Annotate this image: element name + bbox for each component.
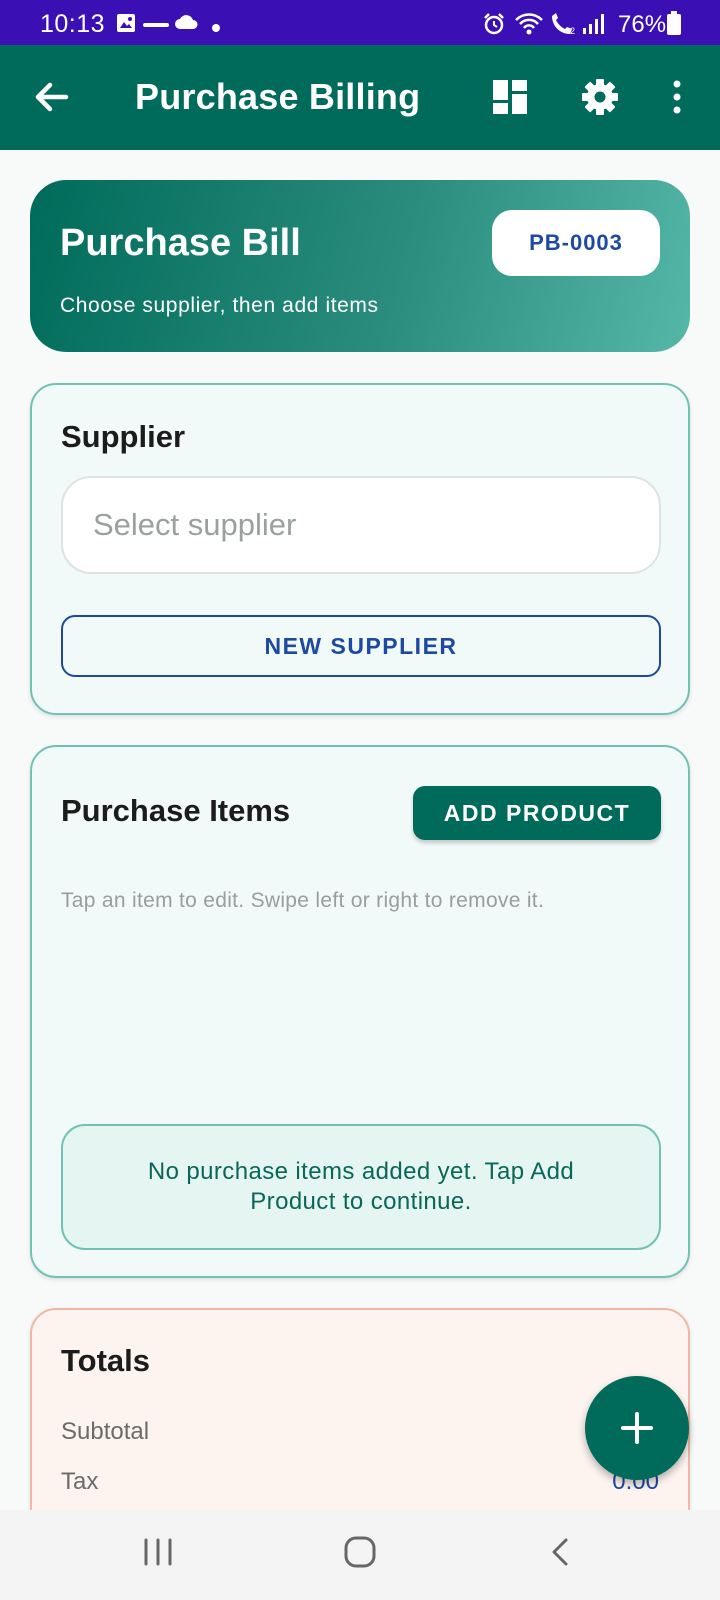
wifi-icon (514, 12, 544, 41)
tax-label: Tax (61, 1468, 99, 1495)
wifi-call-icon: 2 (548, 12, 578, 41)
more-vert-icon[interactable] (660, 75, 694, 119)
bill-number-badge: PB-0003 (492, 210, 660, 276)
totals-heading: Totals (61, 1343, 150, 1378)
add-product-button[interactable]: ADD PRODUCT (413, 786, 661, 840)
app-bar: Purchase Billing (0, 45, 720, 150)
dashboard-icon[interactable] (488, 75, 532, 119)
status-bar: 10:13 2 76% (0, 0, 720, 45)
supplier-select-input[interactable]: Select supplier (61, 476, 661, 574)
bill-header-card: Purchase Bill Choose supplier, then add … (30, 180, 690, 352)
gear-icon[interactable] (578, 75, 622, 119)
back-arrow-icon[interactable] (30, 75, 74, 119)
status-time: 10:13 (40, 10, 106, 38)
bill-subtitle: Choose supplier, then add items (60, 294, 379, 317)
battery-level: 76% (618, 11, 667, 38)
system-nav-bar (0, 1510, 720, 1600)
supplier-heading: Supplier (61, 419, 186, 454)
plus-icon (621, 1412, 653, 1444)
add-fab-button[interactable] (585, 1376, 689, 1480)
items-hint: Tap an item to edit. Swipe left or right… (61, 889, 545, 912)
supplier-card: Supplier Select supplier NEW SUPPLIER (30, 383, 690, 715)
home-icon[interactable] (340, 1532, 380, 1577)
svg-text:2: 2 (570, 26, 575, 36)
page-title: Purchase Billing (135, 76, 421, 117)
image-icon (116, 13, 136, 38)
subtotal-label: Subtotal (61, 1418, 150, 1445)
purchase-items-heading: Purchase Items (61, 793, 291, 828)
back-icon[interactable] (542, 1532, 582, 1577)
zomato-icon (143, 17, 169, 35)
dot-icon (212, 19, 220, 37)
signal-icon (582, 12, 608, 41)
bill-title: Purchase Bill (60, 222, 301, 264)
recents-icon[interactable] (138, 1532, 178, 1577)
alarm-icon (482, 12, 506, 41)
battery-icon (667, 11, 681, 40)
new-supplier-button[interactable]: NEW SUPPLIER (61, 615, 661, 677)
cloud-icon (174, 14, 198, 35)
empty-items-message: No purchase items added yet. Tap Add Pro… (61, 1124, 661, 1250)
purchase-items-card: Purchase Items ADD PRODUCT Tap an item t… (30, 745, 690, 1278)
